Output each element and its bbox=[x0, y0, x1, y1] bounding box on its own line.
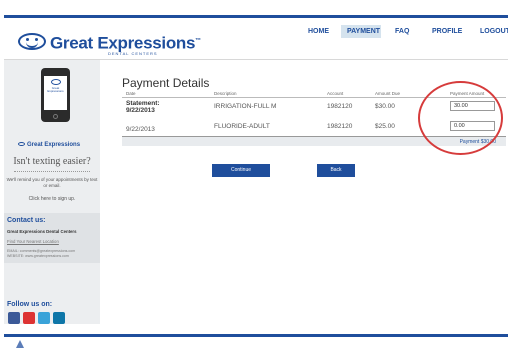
phone-logo-text: Great Expressions bbox=[47, 86, 64, 93]
contact-website-link[interactable]: WEBSITE: www.greatexpressions.com bbox=[7, 254, 97, 259]
row-date: 9/22/2013 bbox=[126, 126, 155, 133]
bottom-rule bbox=[4, 334, 508, 337]
row-account: 1982120 bbox=[327, 103, 353, 110]
signup-link[interactable]: Click here to sign up. bbox=[4, 196, 100, 202]
contact-org: Great Expressions Dental Centers bbox=[7, 229, 77, 234]
row-description: FLUORIDE-ADULT bbox=[214, 123, 270, 130]
col-amount-due: Amount Due bbox=[375, 91, 401, 96]
location-finder-link[interactable]: Find Your Nearest Location bbox=[7, 239, 97, 244]
footer bbox=[12, 340, 24, 348]
continue-button[interactable]: Continue bbox=[212, 164, 270, 177]
follow-heading: Follow us on: bbox=[7, 301, 53, 308]
row-account: 1982120 bbox=[327, 123, 353, 130]
contact-box: Contact us: Great Expressions Dental Cen… bbox=[4, 213, 100, 263]
phone-image: Great Expressions bbox=[41, 68, 70, 122]
nav-logout[interactable]: LOGOUT bbox=[474, 25, 508, 38]
page-title: Payment Details bbox=[122, 76, 210, 90]
row-amount-due: $30.00 bbox=[375, 103, 395, 110]
mini-smile-icon bbox=[18, 142, 25, 147]
phone-screen: Great Expressions bbox=[44, 76, 67, 110]
top-rule bbox=[4, 15, 508, 18]
row-date: 9/22/2013 bbox=[126, 107, 155, 114]
social-links bbox=[8, 312, 65, 324]
footer-triangle-icon bbox=[16, 340, 24, 348]
linkedin-icon[interactable] bbox=[53, 312, 65, 324]
twitter-icon[interactable] bbox=[38, 312, 50, 324]
nav-profile[interactable]: PROFILE bbox=[426, 25, 462, 38]
sidebar-logo: Great Expressions bbox=[18, 142, 80, 148]
contact-heading: Contact us: bbox=[7, 217, 46, 224]
back-button[interactable]: Back bbox=[317, 164, 355, 177]
nav-home[interactable]: HOME bbox=[302, 25, 332, 38]
youtube-icon[interactable] bbox=[23, 312, 35, 324]
sidebar-copy: We'll remind you of your appointments by… bbox=[6, 177, 98, 188]
highlight-circle bbox=[418, 81, 503, 155]
nav-faq[interactable]: FAQ bbox=[389, 25, 419, 38]
row-description: IRRIGATION-FULL M bbox=[214, 103, 277, 110]
brand-trademark: ™ bbox=[195, 38, 201, 44]
col-account: Account bbox=[327, 91, 344, 96]
smile-logo-icon bbox=[18, 33, 46, 50]
col-description: Description bbox=[214, 91, 237, 96]
brand-logo[interactable]: Great Expressions™ DENTAL CENTERS bbox=[18, 32, 201, 56]
phone-smile-icon bbox=[50, 79, 61, 85]
sidebar-heading: Isn't texting easier? bbox=[13, 156, 91, 167]
sidebar-logo-text: Great Expressions bbox=[27, 142, 81, 148]
phone-home-button bbox=[53, 114, 58, 119]
sidebar-dotted-divider bbox=[14, 171, 90, 172]
brand-name: Great Expressions bbox=[50, 33, 196, 53]
nav-payment[interactable]: PAYMENT bbox=[341, 25, 381, 38]
facebook-icon[interactable] bbox=[8, 312, 20, 324]
row-amount-due: $25.00 bbox=[375, 123, 395, 130]
sidebar: Great Expressions Great Expressions Isn'… bbox=[4, 60, 100, 324]
col-date: Date bbox=[126, 91, 136, 96]
